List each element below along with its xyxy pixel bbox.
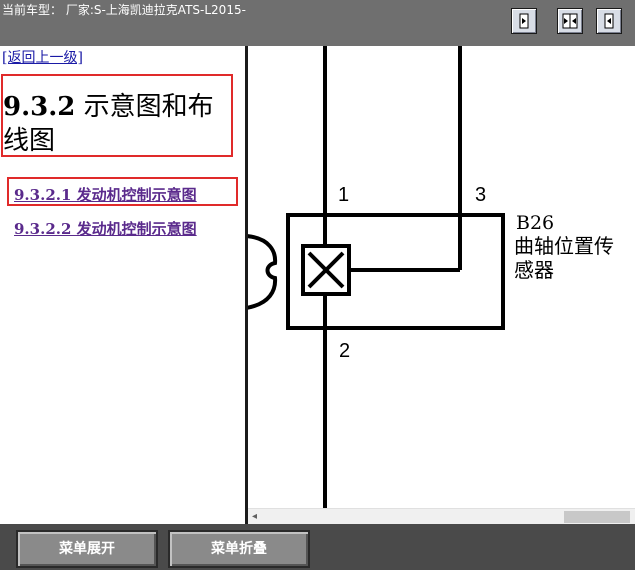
layout-split-icon <box>562 13 578 29</box>
pin-3-label: 3 <box>475 184 486 206</box>
expand-menu-button[interactable]: 菜单展开 <box>16 530 158 568</box>
layout-left-icon <box>519 13 529 29</box>
layout-right-icon <box>604 13 614 29</box>
current-vehicle-label: 当前车型： 厂家:S-上海凯迪拉克ATS-L2015- <box>2 3 246 17</box>
pin-1-label: 1 <box>338 184 349 206</box>
section-number: 9.3.2 <box>3 92 76 122</box>
navigation-panel: [返回上一级] 9.3.2 示意图和布线图 9.3.2.1 发动机控制示意图 9… <box>0 46 245 524</box>
layout-left-button[interactable] <box>511 8 537 34</box>
toc-link-9-3-2-2[interactable]: 9.3.2.2 发动机控制示意图 <box>14 218 197 239</box>
top-toolbar: 当前车型： 厂家:S-上海凯迪拉克ATS-L2015- <box>0 0 635 46</box>
bottom-toolbar: 菜单展开 菜单折叠 <box>0 524 635 570</box>
back-link[interactable]: [返回上一级] <box>2 47 83 67</box>
component-name-line1: 曲轴位置传 <box>514 234 614 258</box>
component-id-label: B26 <box>516 212 554 234</box>
toc-link-9-3-2-1[interactable]: 9.3.2.1 发动机控制示意图 <box>14 184 197 205</box>
layout-right-button[interactable] <box>596 8 622 34</box>
component-name-line2: 感器 <box>514 258 554 282</box>
horizontal-scrollbar[interactable]: ◂ <box>248 508 635 524</box>
connector-shape <box>248 234 278 310</box>
diagram-panel: 1 3 2 B26 曲轴位置传 感器 ◂ <box>248 46 635 524</box>
wiring-diagram: 1 3 2 B26 曲轴位置传 感器 <box>248 46 614 508</box>
collapse-menu-button[interactable]: 菜单折叠 <box>168 530 310 568</box>
pin-2-label: 2 <box>339 340 350 362</box>
section-title: 9.3.2 示意图和布线图 <box>3 90 238 158</box>
scroll-left-icon[interactable]: ◂ <box>252 511 257 522</box>
layout-split-button[interactable] <box>557 8 583 34</box>
scrollbar-thumb[interactable] <box>564 511 630 523</box>
